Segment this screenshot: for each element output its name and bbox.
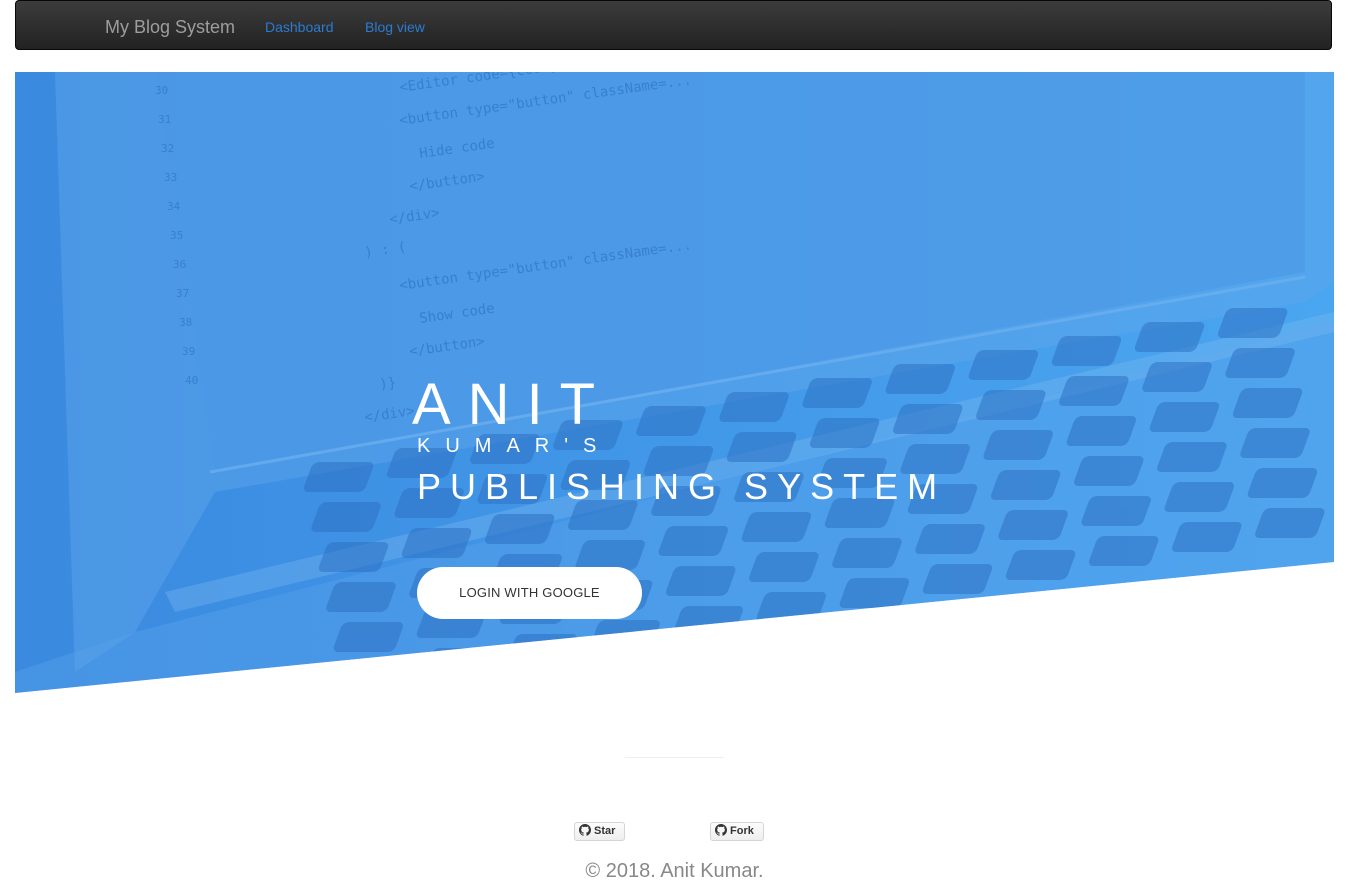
keyboard-key [341, 662, 411, 692]
star-label: Star [594, 825, 616, 837]
github-icon [579, 824, 591, 836]
keyboard-key [983, 430, 1053, 460]
hero-background-image: <Editor code={code} /><button type="butt… [15, 72, 1334, 693]
github-star-button[interactable]: Star [574, 822, 625, 841]
hero-title-name: ANIT [412, 372, 613, 437]
keyboard-key [1225, 348, 1295, 378]
code-line-number: 31 [158, 113, 171, 126]
keyboard-key [893, 404, 963, 434]
keyboard-key [719, 392, 789, 422]
keyboard-key [507, 634, 577, 664]
keyboard-key [1247, 468, 1318, 498]
keyboard-key [303, 462, 374, 492]
code-line-number: 40 [185, 374, 198, 387]
keyboard-key [1142, 362, 1212, 392]
keyboard-key [666, 566, 736, 596]
code-line-number: 37 [176, 287, 189, 300]
code-line-number: 36 [173, 258, 186, 271]
keyboard-key [1149, 402, 1220, 432]
keyboard-key [1164, 482, 1234, 512]
code-line-number: 34 [167, 200, 181, 213]
copyright-text: © 2018. Anit Kumar. [585, 860, 764, 882]
hero-title-system: PUBLISHING SYSTEM [417, 466, 947, 507]
hero-banner: <Editor code={code} /><button type="butt… [15, 72, 1334, 693]
keyboard-key [749, 552, 819, 582]
code-line-number: 30 [155, 84, 168, 97]
keyboard-key [1066, 416, 1136, 446]
keyboard-key [1255, 508, 1325, 538]
keyboard-key [318, 542, 389, 572]
keyboard-key [1051, 336, 1122, 366]
keyboard-key [1157, 442, 1227, 472]
keyboard-key [1232, 388, 1303, 418]
keyboard-key [1059, 376, 1129, 406]
keyboard-key [636, 406, 706, 436]
keyboard-key [590, 620, 660, 650]
keyboard-key [658, 526, 728, 556]
keyboard-key [802, 378, 872, 408]
keyboard-key [726, 432, 797, 462]
keyboard-key [809, 418, 880, 448]
keyboard-key [673, 606, 743, 636]
keyboard-key [885, 364, 955, 394]
keyboard-key [424, 648, 494, 678]
code-line-number: 32 [161, 142, 174, 155]
keyboard-key [1081, 496, 1151, 526]
github-fork-button[interactable]: Fork [710, 822, 764, 841]
keyboard-key [968, 350, 1039, 380]
footer-divider [625, 757, 724, 758]
keyboard-key [1240, 428, 1310, 458]
nav-link-dashboard[interactable]: Dashboard [265, 18, 334, 36]
keyboard-key [575, 540, 645, 570]
keyboard-key [401, 528, 472, 558]
code-line-number: 38 [179, 316, 192, 329]
nav-link-blog-view[interactable]: Blog view [365, 18, 425, 36]
keyboard-key [1172, 522, 1242, 552]
keyboard-key [741, 512, 812, 542]
keyboard-key [485, 514, 555, 544]
keyboard-key [333, 622, 404, 652]
keyboard-key [1074, 456, 1144, 486]
code-line-number: 39 [182, 345, 195, 358]
keyboard-key [1005, 550, 1076, 580]
keyboard-key [832, 538, 902, 568]
keyboard-key [1217, 308, 1288, 338]
navbar-brand[interactable]: My Blog System [105, 16, 235, 38]
login-with-google-button[interactable]: LOGIN WITH GOOGLE [417, 567, 642, 619]
keyboard-key [922, 564, 993, 594]
keyboard-key [915, 524, 985, 554]
keyboard-key [998, 510, 1068, 540]
keyboard-key [1134, 322, 1205, 352]
top-navbar: My Blog System Dashboard Blog view [15, 0, 1332, 50]
keyboard-key [311, 502, 381, 532]
fork-label: Fork [730, 825, 754, 837]
keyboard-key [991, 470, 1061, 500]
github-icon [715, 824, 727, 836]
code-line-number: 35 [170, 229, 183, 242]
keyboard-key [839, 578, 910, 608]
keyboard-key [756, 592, 826, 622]
keyboard-key [976, 390, 1046, 420]
keyboard-key [1088, 536, 1159, 566]
code-line-number: 33 [164, 171, 177, 184]
code-line: )} [378, 375, 397, 393]
keyboard-key [326, 582, 396, 612]
hero-title-surname: KUMAR'S [417, 435, 612, 457]
